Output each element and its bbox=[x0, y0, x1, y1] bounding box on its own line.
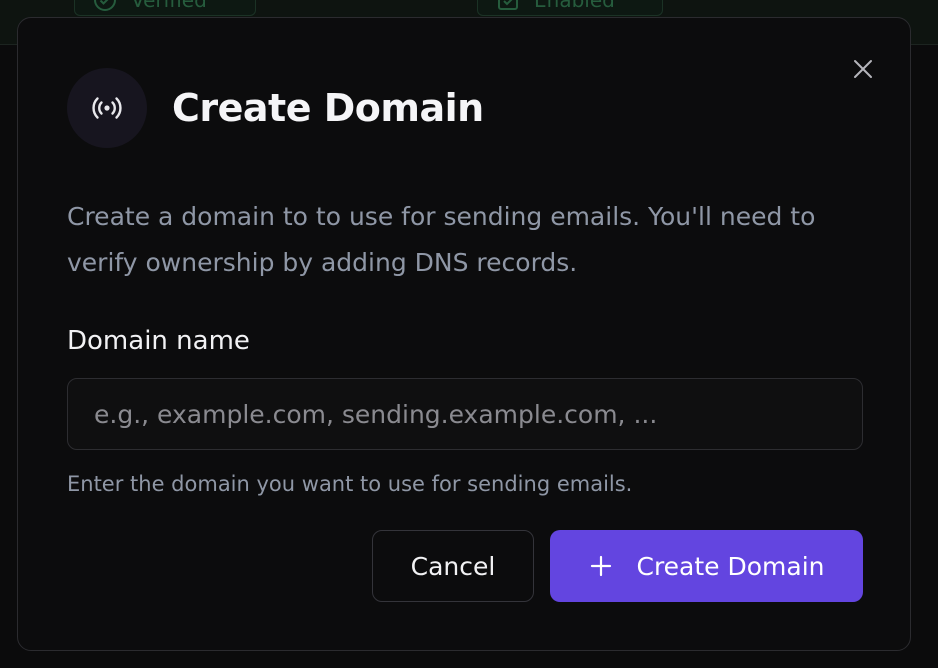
create-domain-dialog: Create Domain Create a domain to to use … bbox=[17, 17, 911, 651]
domain-name-input[interactable] bbox=[68, 379, 862, 449]
header-icon-badge bbox=[67, 68, 147, 148]
broadcast-icon bbox=[92, 97, 122, 119]
dialog-title: Create Domain bbox=[172, 86, 484, 130]
calendar-check-icon bbox=[496, 0, 520, 12]
domain-name-label: Domain name bbox=[67, 326, 250, 356]
cancel-button-label: Cancel bbox=[410, 551, 496, 581]
verified-badge: Verified bbox=[74, 0, 256, 16]
check-circle-icon bbox=[93, 0, 117, 12]
close-button[interactable] bbox=[850, 56, 876, 82]
create-domain-button-label: Create Domain bbox=[636, 551, 825, 581]
cancel-button[interactable]: Cancel bbox=[372, 530, 534, 602]
verified-badge-label: Verified bbox=[131, 0, 207, 12]
enabled-badge-label: Enabled bbox=[534, 0, 615, 12]
close-icon bbox=[854, 60, 872, 78]
domain-name-input-wrapper bbox=[67, 378, 863, 450]
create-domain-button[interactable]: Create Domain bbox=[550, 530, 863, 602]
plus-icon bbox=[588, 553, 614, 579]
domain-name-helper-text: Enter the domain you want to use for sen… bbox=[67, 472, 633, 496]
enabled-badge: Enabled bbox=[477, 0, 663, 16]
dialog-description: Create a domain to to use for sending em… bbox=[67, 202, 816, 277]
